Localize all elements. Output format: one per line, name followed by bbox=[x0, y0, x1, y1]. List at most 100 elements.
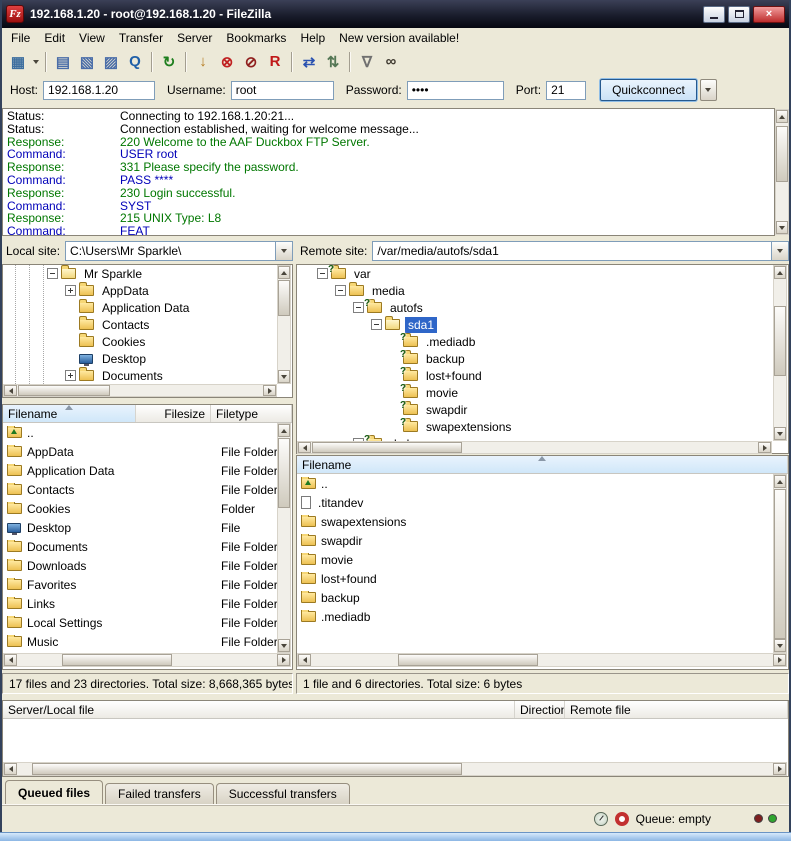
remote-parent-directory-row[interactable]: .. bbox=[297, 474, 788, 493]
refresh-icon[interactable]: ↻ bbox=[157, 51, 181, 73]
local-site-combo[interactable]: C:\Users\Mr Sparkle\ bbox=[65, 241, 293, 261]
local-file-row[interactable]: DownloadsFile Folder bbox=[3, 556, 292, 575]
local-file-row[interactable]: ContactsFile Folder bbox=[3, 480, 292, 499]
scroll-left-button[interactable] bbox=[4, 385, 17, 396]
local-file-row[interactable]: LinksFile Folder bbox=[3, 594, 292, 613]
log-scrollbar[interactable] bbox=[775, 109, 789, 235]
column-header-filesize[interactable]: Filesize bbox=[136, 405, 211, 422]
menu-item-new-version-available[interactable]: New version available! bbox=[332, 28, 466, 48]
filter-icon[interactable]: ∇ bbox=[355, 51, 379, 73]
scroll-left-button[interactable] bbox=[298, 654, 311, 666]
username-input[interactable] bbox=[231, 81, 334, 100]
network-status-icon[interactable] bbox=[615, 812, 629, 826]
remote-tree-scrollbar[interactable] bbox=[773, 265, 787, 441]
local-file-row[interactable]: DesktopFile bbox=[3, 518, 292, 537]
tab-failed-transfers[interactable]: Failed transfers bbox=[105, 783, 214, 804]
remote-tree-item[interactable]: ?swapdir bbox=[297, 401, 788, 418]
menu-item-server[interactable]: Server bbox=[170, 28, 219, 48]
scroll-down-button[interactable] bbox=[278, 639, 290, 652]
remote-tree-item[interactable]: ?var bbox=[297, 265, 788, 282]
scroll-right-button[interactable] bbox=[758, 442, 771, 453]
scroll-thumb[interactable] bbox=[312, 442, 462, 453]
local-file-row[interactable]: DocumentsFile Folder bbox=[3, 537, 292, 556]
port-input[interactable] bbox=[546, 81, 586, 100]
local-file-row[interactable]: FavoritesFile Folder bbox=[3, 575, 292, 594]
remote-file-row[interactable]: .mediadb bbox=[297, 607, 788, 626]
queue-hscrollbar[interactable] bbox=[3, 762, 787, 776]
speed-limits-icon[interactable] bbox=[594, 812, 608, 826]
remote-tree-item[interactable]: ?swapextensions bbox=[297, 418, 788, 435]
scroll-up-button[interactable] bbox=[278, 266, 290, 279]
scroll-right-button[interactable] bbox=[773, 654, 786, 666]
titlebar[interactable]: Fz 192.168.1.20 - root@192.168.1.20 - Fi… bbox=[0, 0, 791, 28]
quickconnect-dropdown-button[interactable] bbox=[700, 79, 717, 101]
find-files-icon[interactable]: ∞ bbox=[379, 51, 403, 73]
remote-file-row[interactable]: lost+found bbox=[297, 569, 788, 588]
local-file-row[interactable]: Local SettingsFile Folder bbox=[3, 613, 292, 632]
collapse-icon[interactable] bbox=[47, 268, 58, 279]
message-log-toggle-icon[interactable]: ▤ bbox=[51, 51, 75, 73]
remote-tree-item[interactable]: sda1 bbox=[297, 316, 788, 333]
scroll-up-button[interactable] bbox=[774, 266, 786, 279]
scroll-left-button[interactable] bbox=[4, 763, 17, 775]
remote-site-dropdown-button[interactable] bbox=[771, 242, 788, 260]
close-button[interactable]: × bbox=[753, 6, 785, 23]
local-file-row[interactable]: CookiesFolder bbox=[3, 499, 292, 518]
local-list-hscrollbar[interactable] bbox=[3, 653, 291, 667]
remote-tree-item[interactable]: ?autofs bbox=[297, 299, 788, 316]
collapse-icon[interactable] bbox=[353, 302, 364, 313]
local-file-row[interactable]: MusicFile Folder bbox=[3, 632, 292, 651]
scroll-right-button[interactable] bbox=[773, 763, 786, 775]
tab-successful-transfers[interactable]: Successful transfers bbox=[216, 783, 350, 804]
local-site-dropdown-button[interactable] bbox=[275, 242, 292, 260]
synchronized-browsing-icon[interactable]: ⇅ bbox=[321, 51, 345, 73]
remote-tree-item[interactable]: ?lost+found bbox=[297, 367, 788, 384]
remote-tree-hscrollbar[interactable] bbox=[297, 441, 772, 454]
collapse-icon[interactable] bbox=[335, 285, 346, 296]
collapse-icon[interactable] bbox=[317, 268, 328, 279]
host-input[interactable] bbox=[43, 81, 155, 100]
site-manager-icon[interactable]: ▦ bbox=[6, 51, 30, 73]
remote-tree-item[interactable]: media bbox=[297, 282, 788, 299]
column-header-filename[interactable]: Filename bbox=[3, 405, 136, 422]
local-tree-item[interactable]: Documents bbox=[3, 367, 292, 384]
scroll-thumb[interactable] bbox=[774, 489, 786, 639]
expand-icon[interactable] bbox=[65, 370, 76, 381]
quickconnect-button[interactable]: Quickconnect bbox=[600, 79, 697, 101]
remote-tree-toggle-icon[interactable]: ▨ bbox=[99, 51, 123, 73]
scroll-thumb[interactable] bbox=[18, 385, 110, 396]
scroll-down-button[interactable] bbox=[774, 427, 786, 440]
scroll-down-button[interactable] bbox=[278, 370, 290, 383]
remote-list-hscrollbar[interactable] bbox=[297, 653, 787, 667]
scroll-down-button[interactable] bbox=[774, 639, 786, 652]
remote-file-row[interactable]: movie bbox=[297, 550, 788, 569]
local-tree-scrollbar[interactable] bbox=[277, 265, 291, 384]
remote-tree-item[interactable]: ?backup bbox=[297, 350, 788, 367]
tab-queued-files[interactable]: Queued files bbox=[5, 780, 103, 804]
remote-tree-item[interactable]: ?.mediadb bbox=[297, 333, 788, 350]
local-tree-toggle-icon[interactable]: ▧ bbox=[75, 51, 99, 73]
local-file-row[interactable]: AppDataFile Folder bbox=[3, 442, 292, 461]
scroll-up-button[interactable] bbox=[776, 110, 788, 123]
local-parent-directory-row[interactable]: .. bbox=[3, 423, 292, 442]
local-file-row[interactable]: Application DataFile Folder bbox=[3, 461, 292, 480]
menu-item-edit[interactable]: Edit bbox=[37, 28, 72, 48]
column-header-filetype[interactable]: Filetype bbox=[211, 405, 292, 422]
local-tree-item[interactable]: Cookies bbox=[3, 333, 292, 350]
expand-icon[interactable] bbox=[65, 285, 76, 296]
local-tree-hscrollbar[interactable] bbox=[3, 384, 277, 397]
remote-file-row[interactable]: swapdir bbox=[297, 531, 788, 550]
local-tree-item[interactable]: Contacts bbox=[3, 316, 292, 333]
scroll-thumb[interactable] bbox=[398, 654, 538, 666]
menu-item-view[interactable]: View bbox=[72, 28, 112, 48]
menu-item-transfer[interactable]: Transfer bbox=[112, 28, 170, 48]
scroll-up-button[interactable] bbox=[774, 475, 786, 488]
directory-comparison-icon[interactable]: ⇄ bbox=[297, 51, 321, 73]
remote-file-row[interactable]: swapextensions bbox=[297, 512, 788, 531]
remote-list-scrollbar[interactable] bbox=[773, 474, 787, 653]
scroll-left-button[interactable] bbox=[298, 442, 311, 453]
local-list-scrollbar[interactable] bbox=[277, 423, 291, 653]
scroll-thumb[interactable] bbox=[278, 438, 290, 508]
remote-tree-item[interactable]: ?movie bbox=[297, 384, 788, 401]
column-header-direction[interactable]: Direction bbox=[515, 701, 565, 718]
